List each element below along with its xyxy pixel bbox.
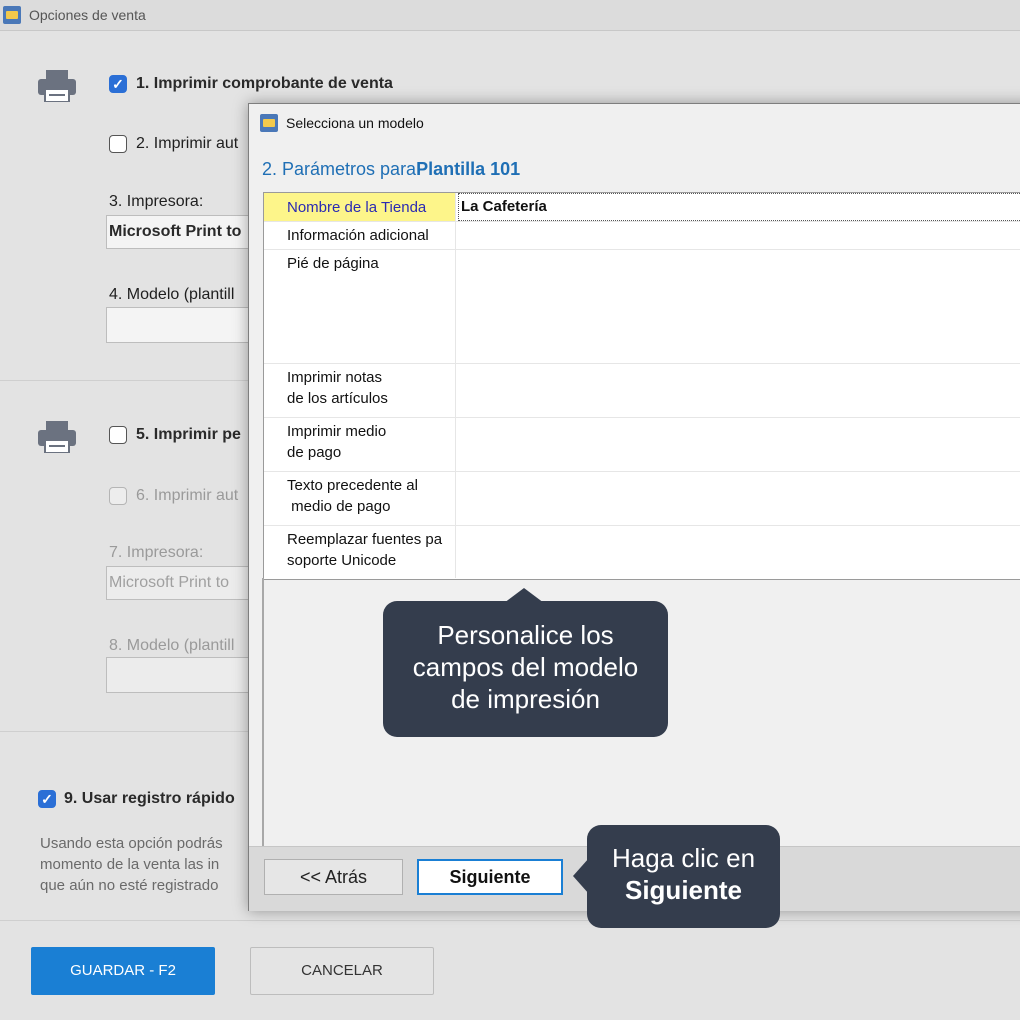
parameters-heading: 2. Parámetros paraPlantilla 101 — [262, 159, 521, 179]
printer-icon — [38, 421, 76, 453]
param-value[interactable] — [458, 525, 460, 578]
parameters-grid: Nombre de la Tienda La Cafetería Informa… — [263, 192, 1020, 580]
next-button[interactable]: Siguiente — [417, 859, 563, 895]
auto-print-label: 2. Imprimir aut — [136, 135, 239, 152]
cancel-button[interactable]: CANCELAR — [250, 947, 434, 995]
quick-register-label: 9. Usar registro rápido — [64, 790, 235, 807]
quick-register-checkbox[interactable]: ✓ — [38, 790, 56, 808]
printer-label: 3. Impresora: — [109, 193, 204, 210]
dialog-titlebar: Selecciona un modelo — [249, 104, 1020, 140]
print-order-label: 5. Imprimir pe — [136, 426, 241, 443]
store-icon — [260, 114, 278, 132]
window-titlebar: Opciones de venta — [0, 0, 1020, 31]
param-label: Nombre de la Tienda — [264, 193, 456, 221]
select-model-dialog: Selecciona un modelo 2. Parámetros paraP… — [248, 103, 1020, 911]
param-label: Texto precedente al medio de pago — [264, 471, 456, 525]
table-row[interactable]: Información adicional — [264, 221, 1020, 250]
print-receipt-label: 1. Imprimir comprobante de venta — [136, 75, 393, 92]
fields-tooltip: Personalice los campos del modelo de imp… — [383, 601, 668, 737]
next-tooltip: Haga clic en Siguiente — [587, 825, 780, 928]
param-label: Reemplazar fuentes pa soporte Unicode — [264, 525, 456, 578]
auto-print-checkbox[interactable] — [109, 135, 127, 153]
table-row[interactable]: Imprimir notas de los artículos — [264, 363, 1020, 418]
grid-scroll-edge — [262, 578, 264, 846]
model-select[interactable] — [106, 307, 266, 343]
print-order-checkbox[interactable] — [109, 426, 127, 444]
table-row[interactable]: Imprimir medio de pago — [264, 417, 1020, 472]
model-label: 4. Modelo (plantill — [109, 286, 235, 303]
param-value-input[interactable]: La Cafetería — [458, 193, 1020, 221]
table-row[interactable]: Reemplazar fuentes pa soporte Unicode — [264, 525, 1020, 578]
param-label: Pié de página — [264, 249, 456, 363]
quick-register-description: Usando esta opción podrás momento de la … — [40, 835, 223, 894]
param-value[interactable] — [458, 417, 460, 471]
dialog-title: Selecciona un modelo — [286, 115, 424, 131]
store-icon — [3, 6, 21, 24]
param-label: Información adicional — [264, 221, 456, 249]
window-title: Opciones de venta — [29, 7, 146, 23]
table-row[interactable]: Pié de página — [264, 249, 1020, 364]
table-row[interactable]: Nombre de la Tienda La Cafetería — [264, 193, 1020, 222]
model-2-label: 8. Modelo (plantill — [109, 637, 235, 654]
print-receipt-checkbox[interactable]: ✓ — [109, 75, 127, 93]
printer-2-label: 7. Impresora: — [109, 544, 204, 561]
param-value[interactable] — [458, 249, 460, 363]
auto-print-2-label: 6. Imprimir aut — [136, 487, 239, 504]
divider — [0, 920, 1020, 921]
printer-select[interactable]: Microsoft Print to — [106, 215, 266, 249]
table-row[interactable]: Texto precedente al medio de pago — [264, 471, 1020, 526]
printer-2-select[interactable]: Microsoft Print to — [106, 566, 266, 600]
param-value[interactable] — [458, 471, 460, 525]
param-label: Imprimir medio de pago — [264, 417, 456, 471]
save-button[interactable]: GUARDAR - F2 — [31, 947, 215, 995]
model-2-select[interactable] — [106, 657, 266, 693]
auto-print-2-checkbox[interactable] — [109, 487, 127, 505]
printer-icon — [38, 70, 76, 102]
param-label: Imprimir notas de los artículos — [264, 363, 456, 417]
param-value[interactable] — [458, 221, 460, 249]
back-button[interactable]: << Atrás — [264, 859, 403, 895]
param-value[interactable] — [458, 363, 460, 417]
